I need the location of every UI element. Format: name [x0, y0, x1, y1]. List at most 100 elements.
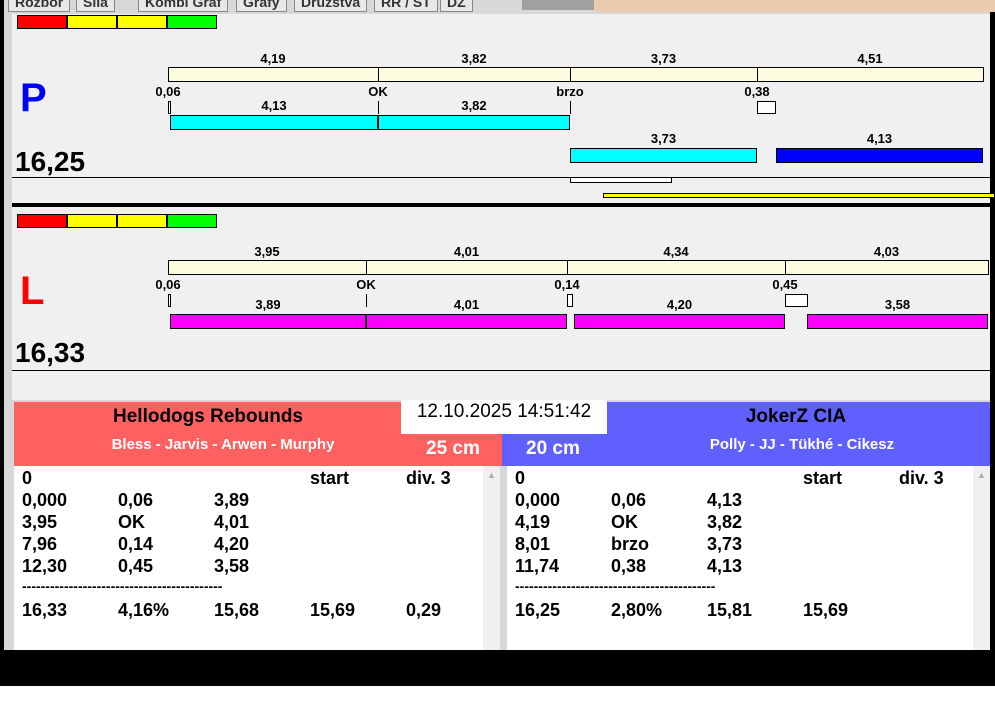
marker-tick	[378, 101, 379, 114]
progress-box	[570, 177, 672, 183]
table-cell: 0,06	[611, 490, 647, 510]
scrollbar[interactable]: ▲	[483, 466, 500, 650]
bar-label: 3,82	[461, 98, 487, 113]
summary-cell: 2,80%	[611, 600, 663, 620]
bar-label: 4,20	[666, 297, 693, 312]
marker-box	[785, 294, 808, 307]
team-letter: P	[20, 76, 47, 120]
light-red	[17, 15, 67, 29]
table-cell: 0,14	[118, 534, 154, 554]
light-green	[167, 15, 217, 29]
height-category: 25 cm	[426, 438, 480, 459]
segment-label: 4,03	[873, 244, 900, 259]
dog-names: Polly - JJ - Tükhé - Cikesz	[709, 436, 895, 453]
run-bar	[366, 314, 567, 329]
summary-cell: 0,29	[406, 600, 442, 620]
run-bar	[570, 148, 757, 163]
scroll-up-arrow-icon[interactable]: ▲	[487, 470, 496, 480]
team-l-panel: L 16,33 3,95 0,06 4,01 OK 4,34 0,14 4,03 0,45 3,…	[12, 207, 990, 400]
table-cell: 3,89	[214, 490, 250, 510]
header-cell: 0	[22, 468, 33, 488]
bar-label: 4,01	[453, 297, 480, 312]
tab-strip-background	[594, 0, 995, 12]
table-row: 0,000 0,06 4,13	[515, 490, 975, 512]
segment-label: 3,73	[650, 51, 677, 66]
light-green	[167, 214, 217, 228]
tab-4[interactable]: Družstva	[294, 0, 368, 12]
table-cell: 8,01	[515, 534, 551, 554]
table-cell: 4,20	[214, 534, 250, 554]
right-results-list[interactable]: 0 start div. 3 0,000 0,06 4,13 4,19 OK 3,82 8,01 b…	[507, 466, 990, 650]
summary-cell: 15,81	[707, 600, 753, 620]
left-results-list[interactable]: 0 start div. 3 0,000 0,06 3,89 3,95 OK 4,01 7,96 0…	[14, 466, 500, 650]
marker-label: brzo	[556, 84, 584, 99]
marker-tick	[570, 101, 571, 114]
table-row: 12,30 0,45 3,58	[22, 556, 482, 578]
datetime: 12.10.2025 14:51:42	[401, 400, 607, 434]
header-cell: start	[310, 468, 350, 488]
scroll-up-arrow-icon[interactable]: ▲	[977, 470, 986, 480]
table-cell: brzo	[611, 534, 649, 554]
table-cell: 4,19	[515, 512, 551, 532]
marker-box	[168, 101, 171, 114]
tab-1[interactable]: Sila	[76, 0, 115, 12]
run-bar	[170, 115, 378, 130]
run-bar	[378, 115, 570, 130]
time-segment	[378, 67, 571, 82]
tab-0[interactable]: Rozbor	[8, 0, 71, 12]
bar-label: 3,58	[884, 297, 911, 312]
header-cell: div. 3	[899, 468, 944, 488]
table-cell: 0,38	[611, 556, 647, 576]
scrollbar[interactable]: ▲	[973, 466, 990, 650]
time-segment	[785, 260, 989, 275]
divider	[12, 370, 990, 371]
light-red	[17, 214, 67, 228]
marker-label: 0,38	[744, 84, 770, 99]
light-yellow	[117, 15, 167, 29]
list-header: 0 start div. 3	[515, 468, 975, 490]
summary-cell: 16,33	[22, 600, 68, 620]
summary-row: 16,25 2,80% 15,81 15,69	[515, 600, 975, 622]
table-cell: OK	[611, 512, 638, 532]
table-cell: 0,45	[118, 556, 154, 576]
marker-box	[757, 101, 776, 114]
header-cell: 0	[515, 468, 526, 488]
table-cell: 0,06	[118, 490, 154, 510]
marker-box	[168, 294, 171, 307]
tab-2[interactable]: Kombi Graf	[138, 0, 229, 12]
bar-label: 4,13	[866, 131, 893, 146]
total-time: 16,33	[15, 337, 86, 368]
marker-tick	[366, 294, 367, 307]
segment-label: 4,19	[260, 51, 286, 66]
segment-label: 4,34	[663, 244, 689, 259]
marker-label: 0,45	[772, 277, 798, 292]
total-time: 16,25	[15, 146, 86, 177]
bar-label: 4,13	[261, 98, 287, 113]
header-cell: start	[803, 468, 843, 488]
tab-6[interactable]: DZ	[440, 0, 473, 12]
table-cell: 4,01	[214, 512, 250, 532]
table-row: 11,74 0,38 4,13	[515, 556, 975, 578]
summary-cell: 15,69	[803, 600, 849, 620]
dog-names: Bless - Jarvis - Arwen - Murphy	[111, 436, 335, 453]
marker-label: 0,06	[155, 277, 181, 292]
height-category: 20 cm	[526, 438, 580, 459]
tab-5[interactable]: RR / ST	[374, 0, 438, 12]
separator-line: ----------------------------------------…	[515, 578, 716, 594]
run-bar	[807, 314, 988, 329]
segment-label: 3,95	[254, 244, 280, 259]
marker-label: 0,06	[155, 84, 181, 99]
table-cell: 12,30	[22, 556, 68, 576]
header-cell: div. 3	[406, 468, 451, 488]
table-row: 4,19 OK 3,82	[515, 512, 975, 534]
tab-3[interactable]: Grafy	[236, 0, 287, 12]
separator-line: ----------------------------------------…	[22, 578, 223, 594]
table-cell: 0,000	[515, 490, 561, 510]
table-cell: 4,13	[707, 490, 743, 510]
segment-label: 3,82	[461, 51, 487, 66]
time-segment	[366, 260, 568, 275]
team-letter: L	[20, 269, 45, 313]
table-row: 0,000 0,06 3,89	[22, 490, 482, 512]
list-header: 0 start div. 3	[22, 468, 482, 490]
summary-cell: 16,25	[515, 600, 561, 620]
